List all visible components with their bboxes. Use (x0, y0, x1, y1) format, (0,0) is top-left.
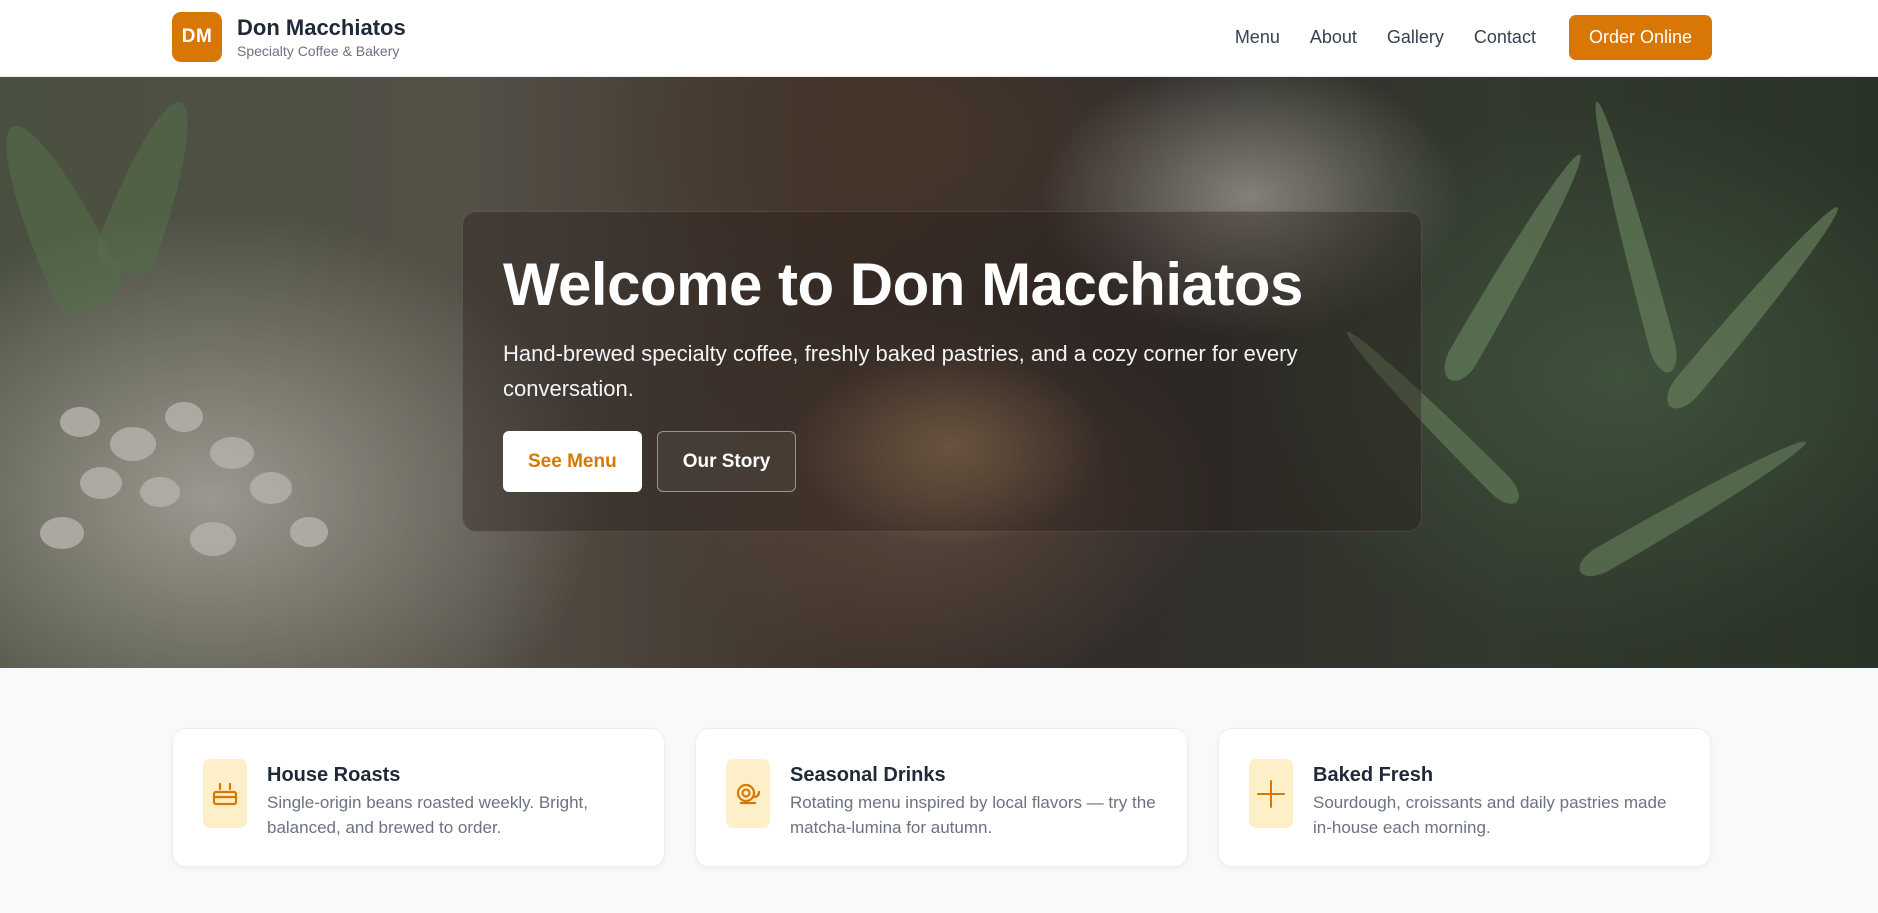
nav-link-menu[interactable]: Menu (1235, 27, 1280, 48)
brand-name: Don Macchiatos (237, 14, 406, 40)
brand-text: Don Macchiatos Specialty Coffee & Bakery (237, 15, 406, 60)
hero-title: Welcome to Don Macchiatos (503, 251, 1303, 318)
feature-body: House Roasts Single-origin beans roasted… (267, 762, 637, 840)
feature-body: Baked Fresh Sourdough, croissants and da… (1313, 762, 1683, 840)
hero-actions: See Menu Our Story (503, 431, 797, 492)
hero-subtitle: Hand-brewed specialty coffee, freshly ba… (503, 341, 1298, 401)
nav-link-gallery[interactable]: Gallery (1387, 27, 1444, 48)
hero-card: Welcome to Don Macchiatos Hand-brewed sp… (462, 211, 1422, 532)
hero-section: Welcome to Don Macchiatos Hand-brewed sp… (0, 77, 1878, 668)
teapot-icon (726, 759, 770, 828)
nav-link-about[interactable]: About (1310, 27, 1357, 48)
nav-link-contact[interactable]: Contact (1474, 27, 1536, 48)
feature-title: Seasonal Drinks (790, 764, 946, 786)
feature-card-seasonal-drinks: Seasonal Drinks Rotating menu inspired b… (695, 728, 1188, 867)
our-story-button[interactable]: Our Story (656, 431, 797, 492)
logo-badge[interactable]: DM (172, 12, 222, 62)
feature-description: Rotating menu inspired by local flavors … (790, 793, 1156, 837)
feature-description: Sourdough, croissants and daily pastries… (1313, 793, 1667, 837)
brand-tagline: Specialty Coffee & Bakery (237, 42, 400, 59)
see-menu-button[interactable]: See Menu (503, 431, 642, 492)
feature-body: Seasonal Drinks Rotating menu inspired b… (790, 762, 1160, 840)
brand[interactable]: DM Don Macchiatos Specialty Coffee & Bak… (172, 12, 406, 62)
feature-card-house-roasts: House Roasts Single-origin beans roasted… (172, 728, 665, 867)
plus-icon (1249, 759, 1293, 828)
features-section: House Roasts Single-origin beans roasted… (172, 728, 1711, 867)
site-header: DM Don Macchiatos Specialty Coffee & Bak… (0, 0, 1878, 77)
feature-card-baked-fresh: Baked Fresh Sourdough, croissants and da… (1218, 728, 1711, 867)
feature-title: Baked Fresh (1313, 764, 1434, 786)
order-online-button[interactable]: Order Online (1568, 15, 1712, 60)
feature-description: Single-origin beans roasted weekly. Brig… (267, 793, 588, 837)
coffee-cup-icon (203, 759, 247, 828)
feature-title: House Roasts (267, 764, 401, 786)
main-nav: Menu About Gallery Contact Order Online (1235, 15, 1712, 60)
